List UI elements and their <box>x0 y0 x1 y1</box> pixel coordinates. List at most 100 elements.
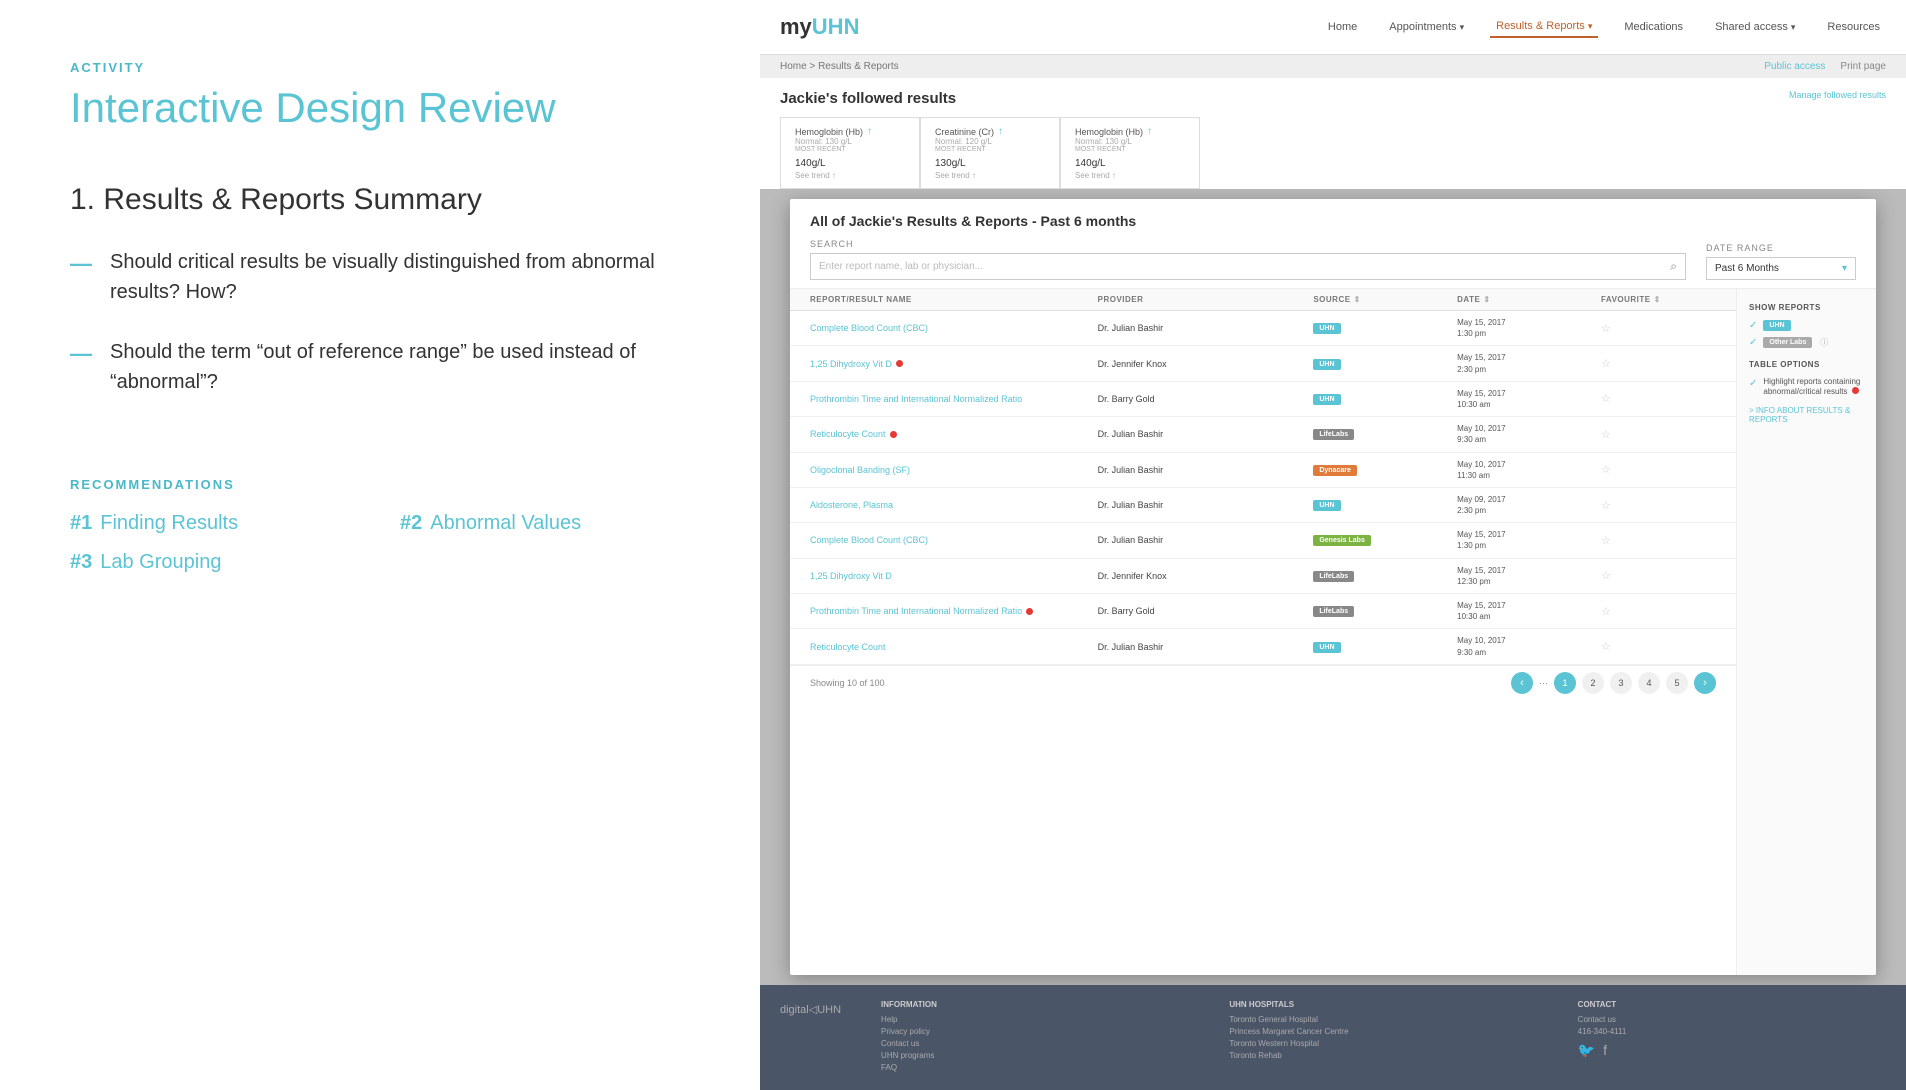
table-row[interactable]: Complete Blood Count (CBC) Dr. Julian Ba… <box>790 311 1736 346</box>
other-badge: Other Labs <box>1763 337 1812 348</box>
modal-title: All of Jackie's Results & Reports - Past… <box>810 213 1856 229</box>
followed-header: Jackie's followed results Manage followe… <box>760 78 1906 189</box>
bullet-text-1: Should critical results be visually dist… <box>110 247 690 307</box>
page-4-btn[interactable]: 4 <box>1638 672 1660 694</box>
page-5-btn[interactable]: 5 <box>1666 672 1688 694</box>
table-row[interactable]: Aldosterone, Plasma Dr. Julian Bashir UH… <box>790 488 1736 523</box>
table-row[interactable]: Prothrombin Time and International Norma… <box>790 382 1736 417</box>
search-placeholder[interactable]: Enter report name, lab or physician... <box>819 261 1664 272</box>
row-2-name: Prothrombin Time and International Norma… <box>810 394 1098 404</box>
app-footer: digital◁UHN INFORMATION Help Privacy pol… <box>760 985 1906 1090</box>
recommendations-grid: #1 Finding Results #2 Abnormal Values #3… <box>70 512 690 574</box>
rec-num-1: #1 <box>70 512 92 535</box>
table-row[interactable]: Prothrombin Time and International Norma… <box>790 594 1736 629</box>
card-title-1: Creatinine (Cr) ↑ <box>935 126 1045 137</box>
app-logo: myUHN <box>780 14 859 40</box>
result-card-2[interactable]: Hemoglobin (Hb) ↑ Normal: 130 g/L MOST R… <box>1060 117 1200 189</box>
showing-text: Showing 10 of 100 <box>810 678 885 688</box>
nav-medications[interactable]: Medications <box>1618 17 1689 37</box>
row-9-name: Reticulocyte Count <box>810 642 1098 652</box>
nav-appointments[interactable]: Appointments ▾ <box>1383 17 1470 37</box>
result-cards: Hemoglobin (Hb) ↑ Normal: 130 g/L MOST R… <box>780 117 1886 189</box>
th-source[interactable]: SOURCE ⇕ <box>1313 295 1457 304</box>
critical-dot <box>1026 608 1033 615</box>
results-modal: All of Jackie's Results & Reports - Past… <box>790 199 1876 975</box>
critical-indicator <box>1852 387 1859 394</box>
prev-page-btn[interactable]: ‹ <box>1511 672 1533 694</box>
print-page-link[interactable]: Print page <box>1840 61 1886 72</box>
followed-title: Jackie's followed results <box>780 90 956 107</box>
table-footer: Showing 10 of 100 ‹ ··· 1 2 3 4 5 › <box>790 665 1736 700</box>
info-icon: ⓘ <box>1820 337 1828 348</box>
rec-item-1: #1 Finding Results <box>70 512 360 535</box>
left-panel: ACTIVITY Interactive Design Review 1. Re… <box>0 0 760 1090</box>
badge-lifelabs: LifeLabs <box>1313 606 1354 617</box>
recommendations-label: RECOMMENDATIONS <box>70 477 690 492</box>
search-box[interactable]: Enter report name, lab or physician... ⌕ <box>810 253 1686 280</box>
bullet-text-2: Should the term “out of reference range”… <box>110 337 690 397</box>
table-header: REPORT/RESULT NAME PROVIDER SOURCE ⇕ DAT… <box>790 289 1736 311</box>
th-provider: PROVIDER <box>1098 295 1314 304</box>
show-reports-title: SHOW REPORTS <box>1749 303 1864 312</box>
date-select[interactable]: Past 6 Months ▾ <box>1706 257 1856 280</box>
app-nav: myUHN Home Appointments ▾ Results & Repo… <box>760 0 1906 55</box>
recommendations-section: RECOMMENDATIONS #1 Finding Results #2 Ab… <box>70 477 690 574</box>
highlight-option[interactable]: ✓ Highlight reports containing abnormal/… <box>1749 377 1864 398</box>
table-row[interactable]: 1,25 Dihydroxy Vit D Dr. Jennifer Knox U… <box>790 346 1736 381</box>
table-options-title: TABLE OPTIONS <box>1749 360 1864 369</box>
date-label: DATE RANGE <box>1706 243 1856 253</box>
bullet-dash: — <box>70 249 92 280</box>
search-section: SEARCH Enter report name, lab or physici… <box>810 239 1686 280</box>
row-5-name: Aldosterone, Plasma <box>810 500 1098 510</box>
facebook-icon[interactable]: f <box>1603 1042 1607 1059</box>
breadcrumb: Home > Results & Reports <box>780 61 899 72</box>
row-1-name: 1,25 Dihydroxy Vit D <box>810 359 1098 369</box>
th-date[interactable]: DATE ⇕ <box>1457 295 1601 304</box>
footer-col-contact: CONTACT Contact us 416-340-4111 🐦 f <box>1578 1000 1886 1075</box>
table-row[interactable]: Reticulocyte Count Dr. Julian Bashir UHN… <box>790 629 1736 664</box>
rec-num-3: #3 <box>70 551 92 574</box>
twitter-icon[interactable]: 🐦 <box>1578 1042 1595 1059</box>
section-title: 1. Results & Reports Summary <box>70 183 690 217</box>
row-8-name: Prothrombin Time and International Norma… <box>810 606 1098 616</box>
manage-followed-link[interactable]: Manage followed results <box>1789 90 1886 100</box>
show-other-item[interactable]: ✓ Other Labs ⓘ <box>1749 337 1864 348</box>
page-2-btn[interactable]: 2 <box>1582 672 1604 694</box>
th-favourite[interactable]: FAVOURITE ⇕ <box>1601 295 1716 304</box>
activity-label: ACTIVITY <box>70 60 690 75</box>
result-card-0[interactable]: Hemoglobin (Hb) ↑ Normal: 130 g/L MOST R… <box>780 117 920 189</box>
search-label: SEARCH <box>810 239 1686 249</box>
bullet-dash-2: — <box>70 339 92 370</box>
table-row[interactable]: Complete Blood Count (CBC) Dr. Julian Ba… <box>790 523 1736 558</box>
modal-controls: SEARCH Enter report name, lab or physici… <box>810 239 1856 280</box>
row-4-name: Oligoclonal Banding (SF) <box>810 465 1098 475</box>
check-uhn-icon: ✓ <box>1749 320 1757 331</box>
nav-resources[interactable]: Resources <box>1821 17 1886 37</box>
pagination: ‹ ··· 1 2 3 4 5 › <box>1511 672 1716 694</box>
badge-lifelabs: LifeLabs <box>1313 571 1354 582</box>
rec-text-2: Abnormal Values <box>430 512 581 535</box>
public-access-link[interactable]: Public access <box>1764 61 1825 72</box>
info-reports-link[interactable]: > INFO ABOUT RESULTS & REPORTS <box>1749 406 1864 424</box>
nav-home[interactable]: Home <box>1322 17 1363 37</box>
uhn-badge: UHN <box>1763 320 1790 331</box>
badge-uhn: UHN <box>1313 394 1340 405</box>
rec-num-2: #2 <box>400 512 422 535</box>
bullet-item-2: — Should the term “out of reference rang… <box>70 337 690 397</box>
result-card-1[interactable]: Creatinine (Cr) ↑ Normal: 120 g/L MOST R… <box>920 117 1060 189</box>
badge-uhn: UHN <box>1313 359 1340 370</box>
next-page-btn[interactable]: › <box>1694 672 1716 694</box>
badge-uhn: UHN <box>1313 323 1340 334</box>
page-3-btn[interactable]: 3 <box>1610 672 1632 694</box>
app-content: All of Jackie's Results & Reports - Past… <box>760 189 1906 985</box>
table-row[interactable]: 1,25 Dihydroxy Vit D Dr. Jennifer Knox L… <box>790 559 1736 594</box>
page-1-btn[interactable]: 1 <box>1554 672 1576 694</box>
date-dropdown-arrow: ▾ <box>1842 263 1847 274</box>
badge-dynacare: Dynacare <box>1313 465 1357 476</box>
table-row[interactable]: Reticulocyte Count Dr. Julian Bashir Lif… <box>790 417 1736 452</box>
nav-results[interactable]: Results & Reports ▾ <box>1490 16 1598 38</box>
modal-table-area: REPORT/RESULT NAME PROVIDER SOURCE ⇕ DAT… <box>790 289 1736 975</box>
table-row[interactable]: Oligoclonal Banding (SF) Dr. Julian Bash… <box>790 453 1736 488</box>
nav-shared[interactable]: Shared access ▾ <box>1709 17 1801 37</box>
show-uhn-item[interactable]: ✓ UHN <box>1749 320 1864 331</box>
